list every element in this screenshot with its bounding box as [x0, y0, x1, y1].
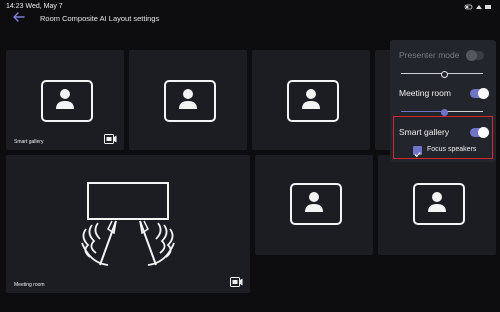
page-header: Room Composite AI Layout settings — [0, 12, 500, 36]
person-avatar-icon — [290, 183, 342, 225]
tile-label-smart-gallery: Smart gallery — [14, 139, 44, 145]
video-tile — [378, 155, 496, 255]
meeting-room-slider[interactable] — [401, 109, 483, 116]
slider-thumb[interactable] — [441, 71, 448, 78]
person-avatar-icon — [41, 80, 93, 122]
page-title: Room Composite AI Layout settings — [40, 14, 160, 23]
focus-speakers-checkbox[interactable] — [413, 146, 422, 158]
status-time: 14:23 Wed, May 7 — [6, 3, 63, 10]
video-tile — [252, 50, 370, 150]
status-bar: 14:23 Wed, May 7 — [0, 0, 500, 14]
presenter-mode-toggle[interactable] — [466, 50, 484, 61]
content-share-icon — [230, 277, 243, 287]
content-share-icon — [104, 134, 117, 144]
meeting-room-toggle[interactable] — [470, 88, 489, 99]
smart-gallery-toggle[interactable] — [470, 127, 489, 138]
smart-gallery-label: Smart gallery — [399, 127, 450, 137]
person-avatar-icon — [164, 80, 216, 122]
slider-thumb[interactable] — [441, 109, 448, 116]
tile-label-meeting-room: Meeting room — [14, 282, 45, 288]
back-arrow-icon[interactable] — [12, 10, 26, 24]
toggle-knob — [478, 127, 489, 138]
video-tile-smart-gallery: Smart gallery — [6, 50, 124, 150]
meeting-room-label: Meeting room — [399, 88, 451, 98]
system-status-icons — [464, 4, 491, 10]
toggle-knob — [478, 88, 489, 99]
presenter-mode-label: Presenter mode — [399, 50, 460, 60]
video-tile — [255, 155, 373, 255]
person-avatar-icon — [287, 80, 339, 122]
checkmark-icon — [414, 152, 421, 158]
person-avatar-icon — [413, 183, 465, 225]
slider-fill — [401, 111, 443, 112]
toggle-knob — [466, 50, 477, 61]
video-tile — [129, 50, 247, 150]
video-tile-meeting-room: Meeting room — [6, 155, 250, 293]
focus-speakers-label: Focus speakers — [427, 146, 477, 153]
meeting-room-table-icon — [81, 182, 175, 266]
presenter-mode-slider[interactable] — [401, 71, 483, 78]
